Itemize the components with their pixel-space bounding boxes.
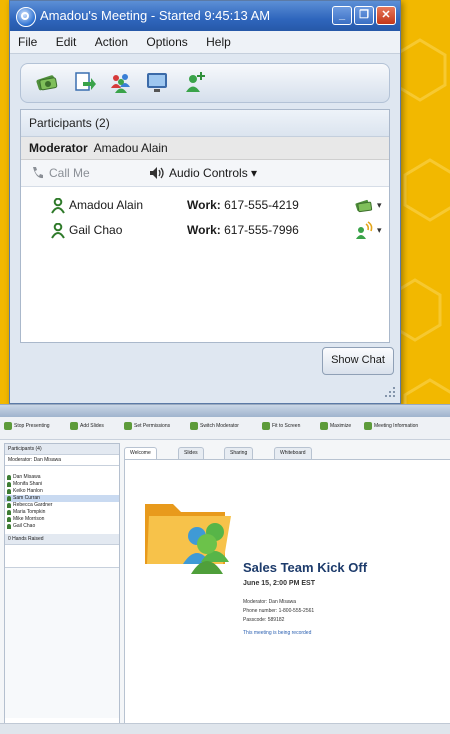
moderator-line: Moderator: Dan Misawa [243, 599, 297, 605]
close-button[interactable]: ✕ [376, 6, 396, 25]
tab-welcome[interactable]: Welcome [124, 447, 157, 459]
bg-tabs: Welcome Slides Sharing Whiteboard [124, 447, 450, 459]
toolbar [20, 63, 390, 103]
person-icon [51, 198, 65, 214]
passcode-line: Passcode: 589182 [243, 617, 285, 623]
phone-number: 617-555-7996 [224, 223, 299, 237]
permissions-icon [124, 422, 132, 430]
phone-line: Phone number: 1-800-555-2561 [243, 608, 315, 614]
participant-phone: Work: 617-555-4219 [187, 193, 299, 218]
bg-tool-add-slides[interactable]: Add Slides [80, 423, 104, 429]
bg-participant[interactable]: Dan Misawa [5, 474, 119, 481]
title-bar: Amadou's Meeting - Started 9:45:13 AM _ … [10, 1, 400, 31]
bg-tool-fit-to-screen[interactable]: Fit to Screen [272, 423, 300, 429]
money-icon[interactable] [355, 196, 373, 214]
bg-tool-stop-presenting[interactable]: Stop Presenting [14, 423, 50, 429]
moderator-row: Moderator Amadou Alain [21, 137, 389, 160]
person-icon [51, 223, 65, 239]
bg-participants-sidebar: Participants (4) Moderator: Dan Misawa D… [4, 443, 120, 731]
audio-controls-dropdown[interactable]: Audio Controls ▾ [169, 160, 257, 186]
work-label: Work: [187, 223, 221, 237]
speaking-icon[interactable] [355, 221, 373, 239]
participant-name: Amadou Alain [69, 198, 144, 212]
bg-participant[interactable]: Gail Chao [5, 523, 119, 530]
bg-participant[interactable]: Keiko Hanlon [5, 488, 119, 495]
bg-participant[interactable]: Sam Curran [5, 495, 119, 502]
bg-participants-header: Participants (4) [5, 444, 119, 455]
stop-icon [4, 422, 12, 430]
money-icon[interactable] [35, 70, 59, 94]
work-label: Work: [187, 198, 221, 212]
menu-help[interactable]: Help [198, 31, 238, 53]
participant-row[interactable]: Gail Chao Work: 617-555-7996 ▾ [21, 218, 389, 243]
group-icon[interactable] [109, 70, 133, 94]
app-icon [16, 7, 36, 27]
bg-participant[interactable]: Maria Tompkin [5, 509, 119, 516]
welcome-date: June 15, 2:00 PM EST [243, 580, 315, 587]
action-row: Call Me Audio Controls ▾ [21, 160, 389, 187]
menu-edit[interactable]: Edit [48, 31, 84, 53]
maximize-button[interactable]: ❐ [354, 6, 374, 25]
window-title: Amadou's Meeting - Started 9:45:13 AM [40, 8, 271, 23]
bg-chat-area [5, 567, 119, 718]
menu-options[interactable]: Options [138, 31, 194, 53]
participants-header: Participants (2) [21, 110, 389, 137]
fit-icon [262, 422, 270, 430]
share-icon[interactable] [73, 70, 97, 94]
welcome-title: Sales Team Kick Off [243, 560, 368, 575]
moderator-icon [190, 422, 198, 430]
meeting-window: Amadou's Meeting - Started 9:45:13 AM _ … [9, 0, 401, 404]
bg-participant[interactable]: Monifa Shani [5, 481, 119, 488]
bg-participant[interactable]: Mike Morrison [5, 516, 119, 523]
moderator-label: Moderator [29, 141, 88, 155]
bg-toolbar: Stop Presenting Add Slides Set Permissio… [0, 417, 450, 440]
bg-hands-raised: 0 Hands Raised [5, 534, 119, 545]
background-meeting-app: Stop Presenting Add Slides Set Permissio… [0, 404, 450, 734]
bg-welcome-content: Sales Team Kick Off June 15, 2:00 PM EST… [124, 459, 450, 731]
info-icon [364, 422, 372, 430]
participant-row[interactable]: Amadou Alain Work: 617-555-4219 ▾ [21, 193, 389, 218]
tab-slides[interactable]: Slides [178, 447, 204, 459]
phone-number: 617-555-4219 [224, 198, 299, 212]
chevron-down-icon[interactable]: ▾ [377, 193, 382, 218]
bg-tool-meeting-information[interactable]: Meeting Information [374, 423, 418, 429]
menu-action[interactable]: Action [87, 31, 135, 53]
bg-tool-set-permissions[interactable]: Set Permissions [134, 423, 170, 429]
participant-phone: Work: 617-555-7996 [187, 218, 299, 243]
bg-moderator-line: Moderator: Dan Misawa [5, 455, 119, 466]
recording-note: This meeting is being recorded [243, 630, 312, 636]
participants-panel: Participants (2) Moderator Amadou Alain C… [20, 109, 390, 343]
bg-status-bar [0, 723, 450, 734]
moderator-name: Amadou Alain [93, 141, 168, 155]
phone-icon [33, 167, 43, 179]
participant-name: Gail Chao [69, 223, 123, 237]
bg-tool-maximize[interactable]: Maximize [330, 423, 351, 429]
bg-title-bar [0, 405, 450, 417]
minimize-button[interactable]: _ [332, 6, 352, 25]
show-chat-button[interactable]: Show Chat [322, 347, 394, 375]
maximize-icon [320, 422, 328, 430]
resize-grip-icon[interactable] [384, 386, 396, 398]
bg-participant[interactable]: Rebecca Gardner [5, 502, 119, 509]
bg-tool-switch-moderator[interactable]: Switch Moderator [200, 423, 239, 429]
menu-bar: File Edit Action Options Help [10, 31, 400, 54]
slides-icon [70, 422, 78, 430]
folder-people-icon [145, 504, 231, 574]
add-person-icon[interactable] [183, 70, 207, 94]
tab-whiteboard[interactable]: Whiteboard [274, 447, 312, 459]
speaker-icon [150, 167, 164, 179]
welcome-info: Moderator: Dan Misawa Phone number: 1-80… [243, 598, 314, 638]
call-me-button[interactable]: Call Me [49, 160, 90, 186]
tab-sharing[interactable]: Sharing [224, 447, 254, 459]
chevron-down-icon[interactable]: ▾ [377, 218, 382, 243]
screen-icon[interactable] [145, 70, 169, 94]
menu-file[interactable]: File [10, 31, 44, 53]
